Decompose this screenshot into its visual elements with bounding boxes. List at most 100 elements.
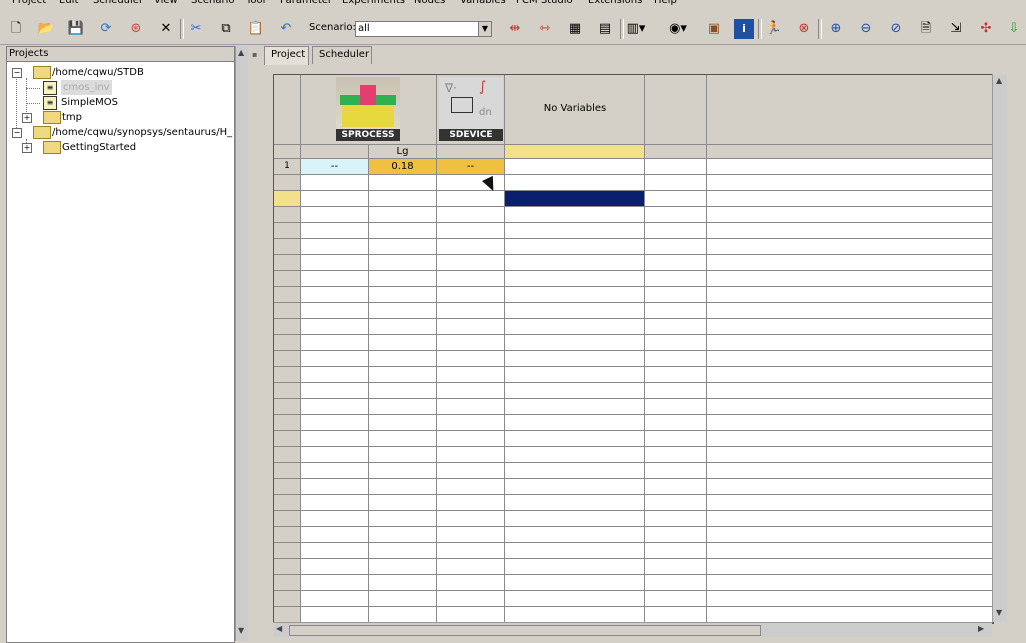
- grid-cell[interactable]: [707, 511, 993, 527]
- grid-cell[interactable]: [707, 447, 993, 463]
- menu-variables[interactable]: Variables: [460, 0, 506, 8]
- row-header[interactable]: [274, 479, 301, 495]
- grid-cell[interactable]: [505, 303, 645, 319]
- tree-item-stdb[interactable]: − /home/cqwu/STDB: [11, 65, 231, 80]
- copy-icon[interactable]: ⧉: [216, 19, 236, 39]
- row-header[interactable]: [274, 191, 301, 207]
- grid-cell[interactable]: [369, 431, 437, 447]
- row-header[interactable]: [274, 175, 301, 191]
- tree-item-tmp[interactable]: + tmp: [11, 110, 231, 125]
- grid-cell[interactable]: [505, 559, 645, 575]
- grid-cell[interactable]: [369, 415, 437, 431]
- menu-parameter[interactable]: Parameter: [280, 0, 332, 8]
- scenario-dropdown[interactable]: all ▼: [355, 21, 492, 37]
- row-header[interactable]: [274, 383, 301, 399]
- row-header[interactable]: [274, 239, 301, 255]
- grid-cell[interactable]: [369, 463, 437, 479]
- grid-cell[interactable]: [437, 447, 505, 463]
- row-header[interactable]: [274, 367, 301, 383]
- grid-cell[interactable]: [645, 495, 707, 511]
- grid-cell[interactable]: [369, 511, 437, 527]
- grid-cell[interactable]: [505, 591, 645, 607]
- grid-cell[interactable]: [437, 463, 505, 479]
- grid-cell[interactable]: [301, 415, 369, 431]
- grid-cell[interactable]: [505, 447, 645, 463]
- grid-cell[interactable]: [369, 527, 437, 543]
- run-icon[interactable]: 🏃: [764, 19, 784, 39]
- grid-cell[interactable]: [505, 319, 645, 335]
- tab-scheduler[interactable]: Scheduler: [312, 46, 372, 64]
- menu-tool[interactable]: Tool: [246, 0, 265, 8]
- grid-cell[interactable]: [707, 271, 993, 287]
- grid-cell[interactable]: [707, 543, 993, 559]
- menu-project[interactable]: Project: [12, 0, 46, 8]
- grid-cell[interactable]: [505, 399, 645, 415]
- grid-cell[interactable]: [301, 399, 369, 415]
- row-header[interactable]: [274, 607, 301, 623]
- grid-cell[interactable]: [505, 255, 645, 271]
- grid-cell[interactable]: [645, 255, 707, 271]
- grid-cell[interactable]: [645, 607, 707, 623]
- grid-cell[interactable]: [437, 367, 505, 383]
- row-header[interactable]: [274, 447, 301, 463]
- collapse-icon[interactable]: −: [12, 68, 22, 78]
- grid-cell[interactable]: [301, 239, 369, 255]
- grid-cell[interactable]: [437, 415, 505, 431]
- grid-cell[interactable]: [301, 175, 369, 191]
- grid-cell[interactable]: [369, 367, 437, 383]
- grid-cell[interactable]: [505, 175, 645, 191]
- grid-cell[interactable]: [505, 463, 645, 479]
- grid-cell[interactable]: [505, 495, 645, 511]
- row-header[interactable]: [274, 559, 301, 575]
- grid-cell[interactable]: [707, 239, 993, 255]
- row-header[interactable]: [274, 527, 301, 543]
- tree-item-sentaurus[interactable]: − /home/cqwu/synopsys/sentaurus/H_201: [11, 125, 233, 140]
- scroll-left-icon[interactable]: ◀: [276, 624, 282, 633]
- row-number[interactable]: 1: [274, 159, 301, 175]
- zoom-fit-icon[interactable]: ⊘: [886, 19, 906, 39]
- menu-nodes[interactable]: Nodes: [414, 0, 445, 8]
- grid-cell[interactable]: [645, 575, 707, 591]
- row-header[interactable]: [274, 591, 301, 607]
- tool-header-sprocess[interactable]: SPROCESS: [301, 75, 437, 145]
- grid-cell[interactable]: [369, 335, 437, 351]
- grid-cell[interactable]: [369, 495, 437, 511]
- grid-cell[interactable]: [301, 287, 369, 303]
- row-header[interactable]: [274, 303, 301, 319]
- paste-icon[interactable]: 📋: [246, 19, 266, 39]
- scroll-down-icon[interactable]: ▼: [996, 608, 1002, 617]
- projects-scrollbar[interactable]: ▲ ▼: [235, 46, 248, 641]
- grid-cell[interactable]: [369, 607, 437, 623]
- grid-cell[interactable]: [707, 319, 993, 335]
- grid-cell[interactable]: [707, 223, 993, 239]
- grid-cell[interactable]: [645, 271, 707, 287]
- join-icon[interactable]: ⇿: [535, 19, 555, 39]
- undo-icon[interactable]: ↶: [276, 19, 296, 39]
- grid-cell[interactable]: [707, 463, 993, 479]
- grid-cell[interactable]: [645, 207, 707, 223]
- grid-cell[interactable]: [301, 511, 369, 527]
- grid-cell[interactable]: [707, 479, 993, 495]
- row-header[interactable]: [274, 511, 301, 527]
- grid-cell[interactable]: [437, 255, 505, 271]
- grid-cell[interactable]: [645, 463, 707, 479]
- grid-cell[interactable]: [645, 335, 707, 351]
- grid-cell[interactable]: [645, 511, 707, 527]
- stop-icon[interactable]: ⊛: [126, 19, 146, 39]
- menu-help[interactable]: Help: [654, 0, 677, 8]
- scroll-down-icon[interactable]: ▼: [238, 626, 244, 635]
- grid-cell[interactable]: [707, 559, 993, 575]
- row-header[interactable]: [274, 335, 301, 351]
- grid-cell[interactable]: [645, 591, 707, 607]
- menu-scheduler[interactable]: Scheduler: [93, 0, 143, 8]
- grid-cell[interactable]: [301, 271, 369, 287]
- grid-cell[interactable]: [301, 495, 369, 511]
- grid-cell[interactable]: [707, 367, 993, 383]
- cell-sprocess[interactable]: --: [301, 159, 369, 175]
- grid-cell[interactable]: [645, 303, 707, 319]
- grid-cell[interactable]: [707, 335, 993, 351]
- grid-cell[interactable]: [301, 335, 369, 351]
- grid-cell[interactable]: [369, 559, 437, 575]
- grid-cell[interactable]: [301, 543, 369, 559]
- grid-cell[interactable]: [437, 351, 505, 367]
